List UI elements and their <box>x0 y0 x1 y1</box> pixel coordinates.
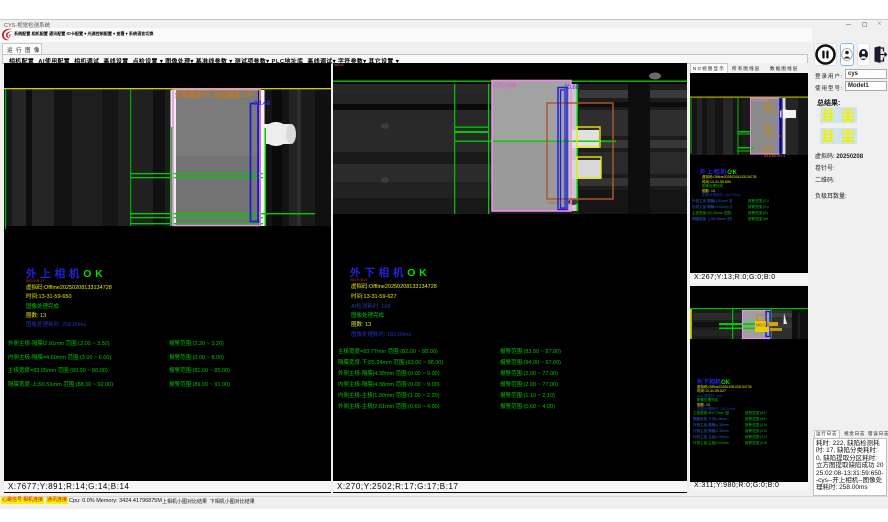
svg-text:50.08,65.0: 50.08,65.0 <box>766 110 783 114</box>
svg-text:NG:7.5: NG:7.5 <box>756 322 769 327</box>
svg-text:灯箱阈值:93: 灯箱阈值:93 <box>752 98 769 103</box>
svg-text:23.6±7.5↑4: 23.6±7.5↑4 <box>766 134 783 138</box>
svg-text:53.6,65.0±7.5: 53.6,65.0±7.5 <box>764 154 785 158</box>
